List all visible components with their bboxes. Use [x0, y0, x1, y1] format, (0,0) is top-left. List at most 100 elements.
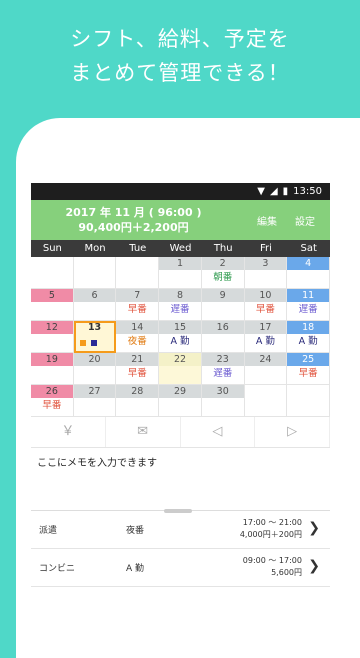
next-month-icon[interactable]: ▷	[255, 417, 330, 447]
status-bar: ▼ ◢ ▮ 13:50	[31, 183, 330, 200]
calendar-day[interactable]: 6	[73, 289, 117, 321]
signal-icon: ◢	[269, 186, 278, 197]
promo-line-1: シフト、給料、予定を	[70, 27, 290, 51]
calendar-day[interactable]: 29	[159, 385, 202, 417]
settings-button[interactable]: 設定	[295, 213, 315, 228]
calendar-grid: 1 2 朝番 3 4 5 6 7 早番 8 遅番 9 10 早番 11 遅番 12 13 14 夜番 15 A 勤 16 17…	[31, 257, 330, 417]
prev-month-icon[interactable]: ◁	[181, 417, 256, 447]
chevron-right-icon: ❯	[308, 558, 320, 574]
calendar-day[interactable]: 26 早番	[31, 385, 74, 417]
calendar-day[interactable]: 21 早番	[116, 353, 160, 385]
day-number: 16	[201, 321, 244, 334]
day-shift: A 勤	[170, 336, 190, 347]
shift-times: 09:00 〜 17:00 5,600円	[243, 555, 302, 579]
shift-time: 09:00 〜 17:00	[242, 556, 302, 565]
calendar-day[interactable]: 4	[287, 257, 330, 289]
calendar-day[interactable]: 20	[73, 353, 117, 385]
day-number: 3	[244, 257, 287, 270]
day-number: 4	[287, 257, 329, 270]
calendar-day[interactable]: 1	[159, 257, 202, 289]
day-number: 19	[31, 353, 73, 366]
memo-field[interactable]: ここにメモを入力できます	[31, 448, 330, 513]
day-number: 14	[116, 321, 159, 334]
mail-icon[interactable]: ✉	[106, 417, 181, 447]
calendar-blank	[244, 385, 288, 417]
calendar-day[interactable]: 9	[201, 289, 245, 321]
yen-icon[interactable]: ￥	[31, 417, 106, 447]
chevron-right-icon: ❯	[308, 520, 320, 536]
calendar-day[interactable]: 17 A 勤	[244, 321, 288, 353]
weekday-header: Sun Mon Tue Wed Thu Fri Sat	[31, 240, 330, 257]
day-number: 9	[201, 289, 244, 302]
calendar-day[interactable]: 15 A 勤	[159, 321, 202, 353]
weekday-label: Mon	[84, 243, 106, 254]
day-number: 28	[116, 385, 159, 398]
day-shift: A 勤	[255, 336, 275, 347]
day-number: 25	[287, 353, 329, 366]
calendar-day[interactable]: 13	[73, 321, 117, 353]
day-number: 17	[244, 321, 287, 334]
day-number: 11	[287, 289, 329, 302]
day-number: 18	[287, 321, 329, 334]
calendar-day[interactable]: 23 遅番	[201, 353, 245, 385]
calendar-toolbar: ￥ ✉ ◁ ▷	[31, 417, 330, 448]
calendar-day[interactable]: 19	[31, 353, 74, 385]
battery-icon: ▮	[282, 186, 289, 197]
calendar-blank	[116, 257, 160, 289]
month-title: 2017 年 11 月 ( 96:00 )	[65, 206, 202, 219]
calendar-day[interactable]: 24	[244, 353, 288, 385]
day-shift: 朝番	[213, 272, 233, 283]
weekday-label: Wed	[169, 243, 192, 254]
calendar-day[interactable]: 14 夜番	[116, 321, 160, 353]
day-number: 29	[159, 385, 201, 398]
salary-total: 90,400円＋2,200円	[78, 221, 189, 234]
calendar-day[interactable]: 30	[201, 385, 245, 417]
day-number: 7	[116, 289, 159, 302]
calendar-day[interactable]: 3	[244, 257, 288, 289]
calendar-day[interactable]: 2 朝番	[201, 257, 245, 289]
job-name: 派遣	[39, 526, 58, 536]
day-number: 12	[31, 321, 73, 334]
shift-pay: 5,600円	[271, 568, 302, 577]
day-shift: A 勤	[298, 336, 318, 347]
calendar-blank	[31, 257, 74, 289]
wifi-icon: ▼	[257, 186, 265, 197]
navy-marker-icon	[90, 340, 97, 346]
day-number: 30	[201, 385, 244, 398]
calendar-day[interactable]: 10 早番	[244, 289, 288, 321]
day-number: 6	[73, 289, 116, 302]
calendar-blank	[287, 385, 330, 417]
calendar-day[interactable]: 28	[116, 385, 160, 417]
calendar-day[interactable]: 5	[31, 289, 74, 321]
calendar-day[interactable]: 7 早番	[116, 289, 160, 321]
day-number: 15	[159, 321, 201, 334]
status-time: 13:50	[293, 186, 322, 197]
app-screen: ▼ ◢ ▮ 13:50 2017 年 11 月 ( 96:00 ) 90,400…	[31, 183, 330, 640]
weekday-label: Sat	[300, 243, 317, 254]
calendar-day[interactable]: 22	[159, 353, 202, 385]
day-shift: 夜番	[127, 336, 147, 347]
shift-entry[interactable]: コンビニ A 勤 09:00 〜 17:00 5,600円 ❯	[31, 549, 330, 587]
edit-button[interactable]: 編集	[257, 213, 277, 228]
job-name: コンビニ	[39, 564, 76, 574]
promo-text: シフト、給料、予定を まとめて管理できる！	[0, 22, 360, 90]
calendar-day[interactable]: 25 早番	[287, 353, 330, 385]
weekday-label: Fri	[259, 243, 272, 254]
calendar-day[interactable]: 8 遅番	[159, 289, 202, 321]
day-number: 22	[159, 353, 201, 366]
calendar-day[interactable]: 11 遅番	[287, 289, 330, 321]
day-shift: 早番	[255, 304, 275, 315]
calendar-day[interactable]: 16	[201, 321, 245, 353]
shift-entry[interactable]: 派遣 夜番 17:00 〜 21:00 4,000円＋200円 ❯	[31, 511, 330, 549]
day-number: 27	[73, 385, 116, 398]
day-shift: 遅番	[213, 368, 233, 379]
day-number: 21	[116, 353, 159, 366]
calendar-day[interactable]: 27	[73, 385, 117, 417]
month-summary: 2017 年 11 月 ( 96:00 ) 90,400円＋2,200円	[31, 205, 236, 235]
calendar-day[interactable]: 18 A 勤	[287, 321, 330, 353]
calendar-day[interactable]: 12	[31, 321, 74, 353]
shift-name: A 勤	[126, 564, 145, 574]
calendar-blank	[73, 257, 117, 289]
day-number: 1	[159, 257, 201, 270]
day-number: 10	[244, 289, 287, 302]
